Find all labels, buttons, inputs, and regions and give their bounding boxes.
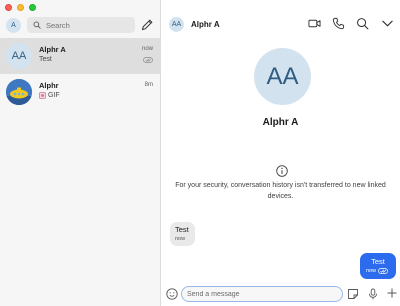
snippet-text: GIF — [48, 92, 60, 99]
read-receipt-icon — [378, 268, 389, 274]
search-box[interactable] — [27, 17, 135, 33]
avatar: AA — [6, 43, 32, 69]
contact-profile-avatar[interactable]: AA — [254, 48, 311, 105]
conversation-time: now — [141, 46, 153, 52]
header-avatar[interactable]: AA — [169, 17, 184, 32]
message-meta: now — [366, 268, 390, 274]
emoji-icon[interactable] — [166, 288, 178, 300]
chat-panel: AA Alphr A AA Alphr A For your security,… — [161, 0, 400, 306]
conversation-snippet: GIF — [39, 92, 60, 99]
chat-header: AA Alphr A — [161, 0, 400, 46]
outgoing-message[interactable]: Test now — [360, 253, 396, 279]
submarine-avatar-icon — [6, 79, 32, 105]
sticker-icon[interactable] — [347, 288, 359, 300]
microphone-icon[interactable] — [367, 288, 379, 300]
conversation-name: Alphr — [39, 81, 59, 90]
chevron-down-icon[interactable] — [381, 17, 394, 30]
message-composer — [161, 284, 400, 306]
snippet-text: Test — [39, 56, 52, 63]
video-call-icon[interactable] — [308, 17, 321, 30]
message-text: Test — [175, 225, 189, 234]
conversation-item-alphr-a[interactable]: AA Alphr A Test now — [0, 38, 161, 74]
header-contact-name[interactable]: Alphr A — [191, 20, 220, 29]
message-text: Test — [371, 257, 385, 266]
security-notice: For your security, conversation history … — [175, 182, 386, 200]
close-window-button[interactable] — [5, 4, 12, 11]
maximize-window-button[interactable] — [29, 4, 36, 11]
conversation-name: Alphr A — [39, 45, 66, 54]
plus-icon[interactable] — [386, 287, 398, 299]
search-icon — [33, 21, 41, 29]
contact-profile-name: Alphr A — [262, 117, 299, 128]
minimize-window-button[interactable] — [17, 4, 24, 11]
conversation-snippet: Test — [39, 56, 52, 63]
app-window: A AA Alphr A Test now — [0, 0, 400, 306]
photo-icon — [39, 92, 46, 99]
sidebar: A AA Alphr A Test now — [0, 0, 161, 306]
window-controls — [5, 4, 36, 11]
search-icon[interactable] — [356, 17, 369, 30]
message-time: now — [175, 236, 186, 242]
sidebar-header: A — [0, 17, 161, 35]
compose-icon[interactable] — [140, 18, 154, 32]
incoming-message[interactable]: Test now — [170, 222, 195, 246]
conversation-item-alphr[interactable]: Alphr GIF 8m — [0, 74, 161, 110]
read-receipt-icon — [143, 57, 153, 63]
phone-call-icon[interactable] — [332, 17, 345, 30]
search-input[interactable] — [46, 20, 131, 30]
avatar — [6, 79, 32, 105]
info-icon — [276, 165, 288, 177]
message-time: now — [366, 268, 377, 274]
my-profile-avatar[interactable]: A — [6, 18, 21, 33]
conversation-time: 8m — [144, 82, 153, 88]
message-input[interactable] — [181, 286, 343, 302]
